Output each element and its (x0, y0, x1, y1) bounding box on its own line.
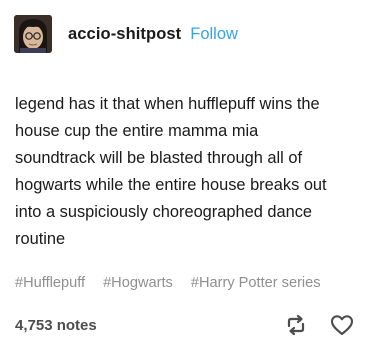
post-body-line: into a suspiciously choreographed dance (15, 203, 313, 221)
tag-harry-potter-series[interactable]: #Harry Potter series (191, 275, 321, 291)
post-body-line: soundtrack will be blasted through all o… (15, 149, 303, 167)
tag-hufflepuff[interactable]: #Hufflepuff (15, 275, 85, 291)
post-body-line: legend has it that when hufflepuff wins … (15, 95, 320, 113)
notes-count[interactable]: 4,753 notes (15, 317, 97, 334)
reblog-icon (287, 314, 305, 336)
post-footer: 4,753 notes (15, 311, 355, 339)
post-body: legend has it that when hufflepuff wins … (15, 91, 360, 253)
avatar-image (14, 15, 52, 53)
like-button[interactable] (329, 312, 355, 338)
post-header: accio-shitpost Follow (14, 14, 238, 54)
tag-hogwarts[interactable]: #Hogwarts (103, 275, 173, 291)
post-body-line: house cup the entire mamma mia (15, 122, 259, 140)
post-actions (283, 312, 355, 338)
username-link[interactable]: accio-shitpost (68, 25, 181, 44)
post-body-line: hogwarts while the entire house breaks o… (15, 176, 327, 194)
post-tags: #Hufflepuff #Hogwarts #Harry Potter seri… (15, 275, 321, 291)
follow-button[interactable]: Follow (190, 25, 238, 44)
tumblr-post: accio-shitpost Follow legend has it that… (0, 0, 369, 349)
heart-icon (330, 315, 354, 336)
reblog-button[interactable] (283, 312, 309, 338)
avatar[interactable] (14, 15, 52, 53)
post-body-line: routine (15, 230, 66, 248)
